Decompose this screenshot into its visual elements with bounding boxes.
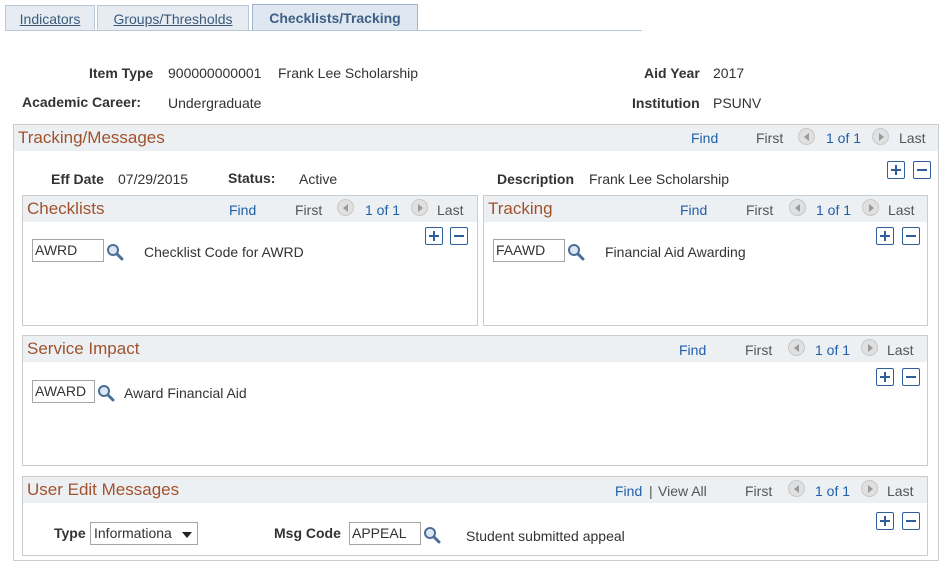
next-arrow-icon[interactable] xyxy=(411,199,428,216)
delete-row-minus-icon[interactable] xyxy=(902,368,920,386)
academic-career-label: Academic Career: xyxy=(22,94,142,110)
tracking-counter: 1 of 1 xyxy=(816,202,852,218)
user-edit-messages-first: First xyxy=(745,483,773,499)
tab-groups-thresholds[interactable]: Groups/Thresholds xyxy=(97,5,249,31)
eff-date-value: 07/29/2015 xyxy=(118,171,189,187)
delete-row-minus-icon[interactable] xyxy=(902,227,920,245)
aid-year-value: 2017 xyxy=(713,65,745,81)
aid-year-label: Aid Year xyxy=(644,65,700,81)
chevron-down-icon xyxy=(182,532,192,538)
service-impact-code-input[interactable]: AWARD xyxy=(32,380,95,403)
tracking-code-input[interactable]: FAAWD xyxy=(493,239,565,262)
delete-row-minus-icon[interactable] xyxy=(902,512,920,530)
search-lookup-icon[interactable] xyxy=(97,384,115,402)
delete-row-minus-icon[interactable] xyxy=(913,161,931,179)
add-row-plus-icon[interactable] xyxy=(887,161,905,179)
msg-code-input[interactable]: APPEAL xyxy=(349,522,421,545)
user-edit-messages-view-all-link[interactable]: View All xyxy=(658,483,707,499)
checklists-title: Checklists xyxy=(27,199,105,218)
institution-label: Institution xyxy=(632,95,700,111)
checklists-last: Last xyxy=(437,202,464,218)
tracking-messages-find-link[interactable]: Find xyxy=(691,130,718,146)
tracking-messages-title: Tracking/Messages xyxy=(18,128,165,147)
add-row-plus-icon[interactable] xyxy=(425,227,443,245)
search-lookup-icon[interactable] xyxy=(567,243,585,261)
add-row-plus-icon[interactable] xyxy=(876,368,894,386)
institution-value: PSUNV xyxy=(713,95,762,111)
msg-code-description: Student submitted appeal xyxy=(466,528,625,544)
user-edit-messages-last: Last xyxy=(887,483,914,499)
next-arrow-icon[interactable] xyxy=(872,128,889,145)
service-impact-counter: 1 of 1 xyxy=(815,342,851,358)
checklists-first: First xyxy=(295,202,323,218)
next-arrow-icon[interactable] xyxy=(861,339,878,356)
msg-code-label: Msg Code xyxy=(274,525,341,541)
status-label: Status: xyxy=(228,170,276,186)
search-lookup-icon[interactable] xyxy=(106,243,124,261)
type-select[interactable]: Informationa xyxy=(90,522,198,545)
add-row-plus-icon[interactable] xyxy=(876,227,894,245)
checklists-counter: 1 of 1 xyxy=(365,202,401,218)
service-impact-header: Service Impact Find First 1 of 1 Last xyxy=(23,336,927,362)
item-type-description: Frank Lee Scholarship xyxy=(278,65,419,81)
tracking-header: Tracking Find First 1 of 1 Last xyxy=(484,196,927,222)
previous-arrow-icon[interactable] xyxy=(788,480,805,497)
add-row-plus-icon[interactable] xyxy=(876,512,894,530)
service-impact-description: Award Financial Aid xyxy=(124,385,247,401)
tracking-first: First xyxy=(746,202,774,218)
nav-separator: | xyxy=(649,483,653,499)
search-lookup-icon[interactable] xyxy=(423,526,441,544)
previous-arrow-icon[interactable] xyxy=(798,128,815,145)
tracking-code-description: Financial Aid Awarding xyxy=(605,244,746,260)
service-impact-find-link[interactable]: Find xyxy=(679,342,706,358)
description-label: Description xyxy=(497,171,575,187)
next-arrow-icon[interactable] xyxy=(861,480,878,497)
tracking-last: Last xyxy=(888,202,915,218)
previous-arrow-icon[interactable] xyxy=(788,339,805,356)
type-label: Type xyxy=(54,525,86,541)
tracking-messages-last: Last xyxy=(899,130,926,146)
status-value: Active xyxy=(299,171,338,187)
academic-career-value: Undergraduate xyxy=(168,95,262,111)
user-edit-messages-counter: 1 of 1 xyxy=(815,483,851,499)
type-select-value: Informationa xyxy=(94,525,172,541)
delete-row-minus-icon[interactable] xyxy=(450,227,468,245)
previous-arrow-icon[interactable] xyxy=(337,199,354,216)
checklist-code-description: Checklist Code for AWRD xyxy=(144,244,304,260)
user-edit-messages-title: User Edit Messages xyxy=(27,480,180,499)
tracking-title: Tracking xyxy=(488,199,553,218)
checklists-header: Checklists Find First 1 of 1 Last xyxy=(23,196,477,222)
tab-checklists-tracking[interactable]: Checklists/Tracking xyxy=(252,4,418,31)
user-edit-messages-find-link[interactable]: Find xyxy=(615,483,642,499)
item-type-code: 900000000001 xyxy=(168,65,262,81)
tracking-messages-header: Tracking/Messages Find First 1 of 1 Last xyxy=(14,125,938,151)
next-arrow-icon[interactable] xyxy=(862,199,879,216)
tab-divider xyxy=(5,30,642,31)
item-type-label: Item Type xyxy=(89,65,154,81)
description-value: Frank Lee Scholarship xyxy=(589,171,730,187)
checklist-code-input[interactable]: AWRD xyxy=(32,239,104,262)
tracking-messages-counter: 1 of 1 xyxy=(826,130,862,146)
user-edit-messages-header: User Edit Messages Find | View All First… xyxy=(23,477,927,503)
service-impact-title: Service Impact xyxy=(27,339,140,358)
tab-indicators[interactable]: Indicators xyxy=(5,5,95,31)
service-impact-first: First xyxy=(745,342,773,358)
tracking-find-link[interactable]: Find xyxy=(680,202,707,218)
eff-date-label: Eff Date xyxy=(51,171,104,187)
checklists-find-link[interactable]: Find xyxy=(229,202,256,218)
service-impact-last: Last xyxy=(887,342,914,358)
tracking-messages-first: First xyxy=(756,130,784,146)
previous-arrow-icon[interactable] xyxy=(789,199,806,216)
